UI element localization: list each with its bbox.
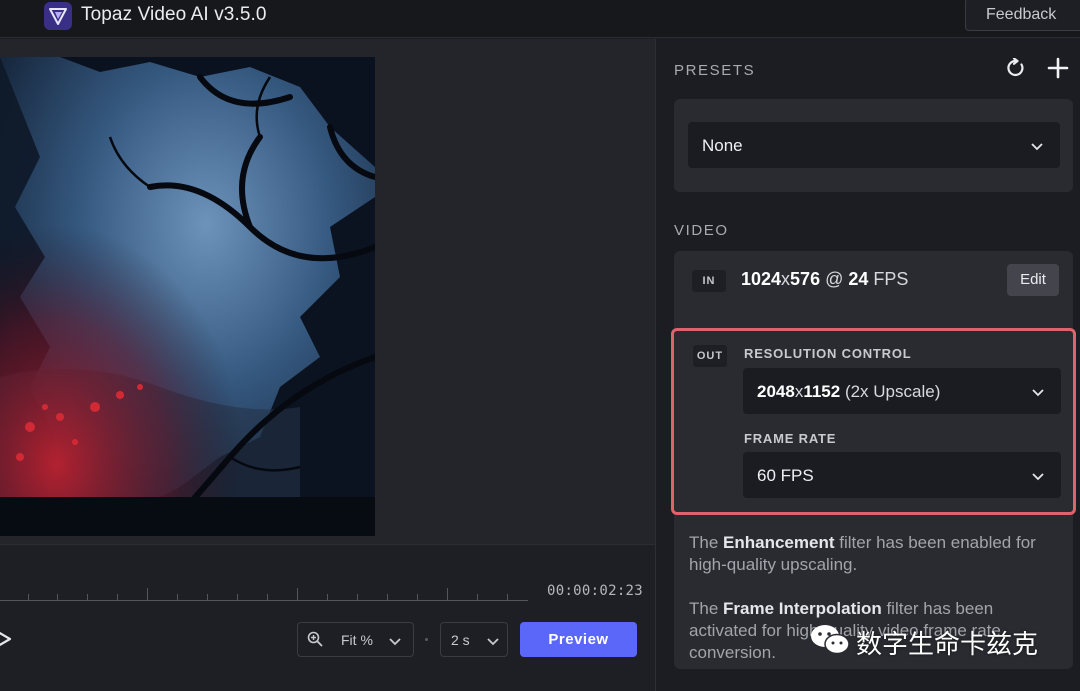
duration-label: 2 s	[451, 632, 470, 648]
preset-select[interactable]: None	[688, 122, 1060, 168]
frame-rate-value: 60 FPS	[757, 466, 814, 485]
resolution-control-label: RESOLUTION CONTROL	[744, 346, 912, 361]
video-frame[interactable]	[0, 57, 375, 536]
wechat-icon	[808, 622, 852, 663]
zoom-in-icon	[307, 631, 323, 652]
frame-rate-label: FRAME RATE	[744, 431, 837, 446]
resolution-select[interactable]: 2048x1152 (2x Upscale)	[743, 368, 1061, 414]
out-badge: OUT	[693, 345, 727, 367]
reset-icon[interactable]	[1006, 57, 1026, 83]
in-badge: IN	[692, 270, 726, 292]
separator-dot	[425, 638, 428, 641]
timeline: 00:00:02:23 Fit % 2 s Preview	[0, 544, 655, 691]
edit-input-button[interactable]: Edit	[1007, 264, 1059, 296]
add-preset-icon[interactable]	[1047, 57, 1069, 84]
play-icon[interactable]	[0, 631, 12, 652]
enhancement-info: The Enhancement filter has been enabled …	[689, 533, 1036, 574]
video-preview-area	[0, 39, 655, 544]
output-settings-box: OUT RESOLUTION CONTROL 2048x1152 (2x Ups…	[671, 328, 1076, 515]
zoom-select[interactable]: Fit %	[297, 622, 414, 657]
topaz-logo-icon	[44, 2, 72, 30]
frame-rate-select[interactable]: 60 FPS	[743, 452, 1061, 498]
resolution-value: 2048x1152 (2x Upscale)	[757, 382, 941, 401]
timecode: 00:00:02:23	[547, 583, 644, 599]
settings-panel: PRESETS None VIDEO IN 1024x576 @ 24 FPS …	[655, 39, 1080, 691]
chevron-down-icon	[1030, 139, 1044, 157]
chevron-down-icon	[388, 634, 402, 652]
feedback-button[interactable]: Feedback	[965, 0, 1080, 31]
duration-select[interactable]: 2 s	[440, 622, 508, 657]
chevron-down-icon	[1031, 469, 1045, 487]
presets-card: None	[674, 99, 1073, 192]
zoom-label: Fit %	[341, 632, 373, 648]
preset-value: None	[702, 136, 743, 155]
chevron-down-icon	[1031, 385, 1045, 403]
presets-heading: PRESETS	[674, 62, 756, 79]
video-heading: VIDEO	[674, 222, 729, 239]
watermark-text: 数字生命卡兹克	[856, 630, 1039, 660]
preview-button[interactable]: Preview	[520, 622, 637, 657]
timeline-ruler[interactable]	[0, 585, 528, 601]
input-resolution: 1024x576 @ 24 FPS	[741, 269, 909, 289]
app-title: Topaz Video AI v3.5.0	[81, 4, 267, 25]
title-bar: Topaz Video AI v3.5.0 Feedback	[0, 0, 1080, 38]
chevron-down-icon	[486, 634, 500, 652]
